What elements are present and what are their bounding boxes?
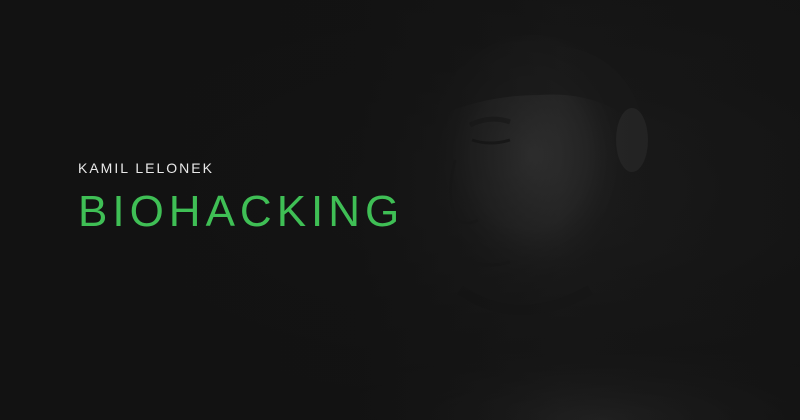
portrait-image — [360, 0, 800, 420]
face-portrait-icon — [360, 35, 800, 420]
cover-text: KAMIL LELONEK BIOHACKING — [78, 160, 404, 234]
author-name: KAMIL LELONEK — [78, 160, 214, 176]
cover-title: BIOHACKING — [78, 187, 405, 236]
book-cover: KAMIL LELONEK BIOHACKING — [0, 0, 800, 420]
